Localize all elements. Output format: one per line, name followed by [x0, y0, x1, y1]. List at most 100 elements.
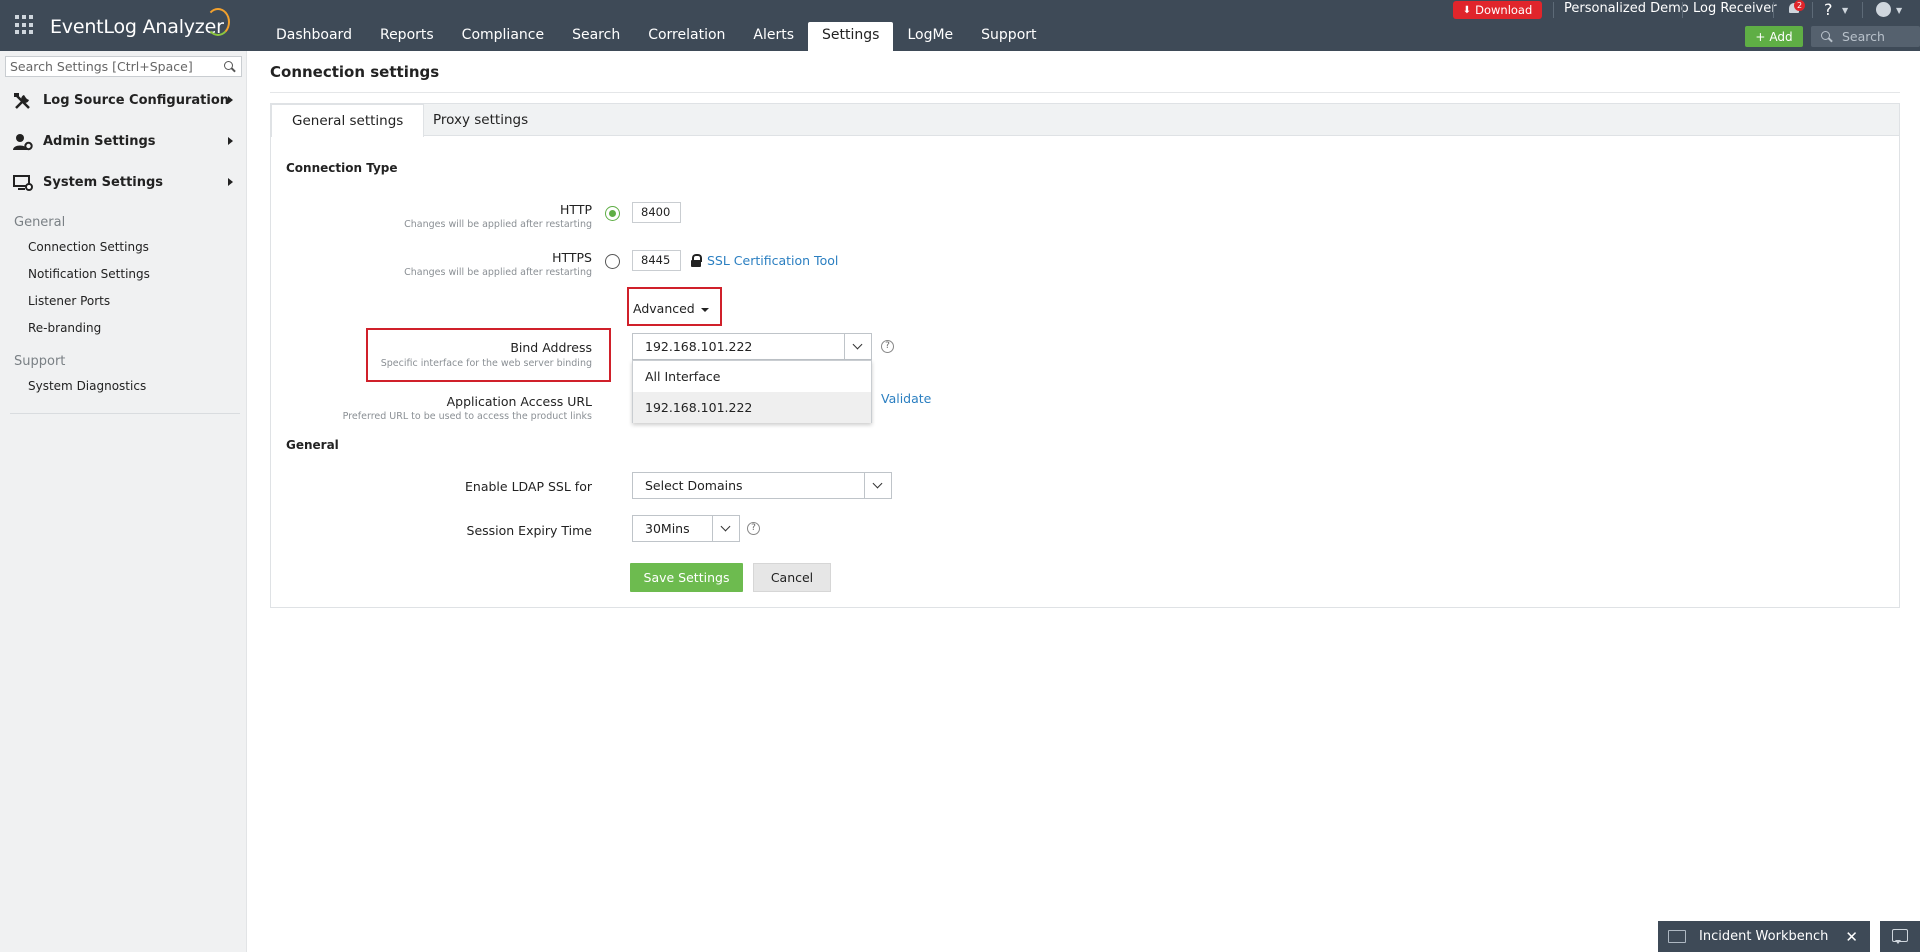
chevron-down-icon[interactable]: ▼: [1842, 6, 1848, 15]
incident-workbench-bar[interactable]: Incident Workbench ✕: [1658, 921, 1870, 952]
nav-tab-correlation[interactable]: Correlation: [634, 22, 739, 51]
save-settings-button[interactable]: Save Settings: [630, 563, 743, 592]
settings-tabbar: General settings Proxy settings: [271, 104, 1899, 137]
ldap-ssl-label: Enable LDAP SSL for: [465, 479, 592, 494]
tools-icon: [14, 93, 30, 109]
top-bar: EventLog Analyzer Dashboard Reports Comp…: [0, 0, 1920, 51]
download-button[interactable]: ⬇ Download: [1453, 1, 1542, 19]
https-radio[interactable]: [605, 254, 620, 269]
add-label: Add: [1769, 29, 1793, 44]
nav-tab-logme[interactable]: LogMe: [893, 22, 967, 51]
divider: [1773, 2, 1774, 18]
bind-address-select[interactable]: 192.168.101.222: [632, 333, 872, 360]
https-port-input[interactable]: 8445: [632, 250, 681, 271]
app-logo[interactable]: EventLog Analyzer: [50, 16, 224, 38]
personalized-demo-link[interactable]: Personalized Demo: [1564, 1, 1689, 16]
tab-proxy-settings[interactable]: Proxy settings: [413, 104, 548, 137]
divider: [1812, 2, 1813, 18]
page-title: Connection settings: [270, 63, 440, 81]
sidebar-item-notification-settings[interactable]: Notification Settings: [28, 267, 150, 281]
sidebar-divider: [10, 413, 240, 414]
ldap-ssl-domains-select[interactable]: Select Domains: [632, 472, 892, 499]
ssl-certification-tool-link[interactable]: SSL Certification Tool: [707, 253, 838, 268]
monitor-gear-icon: [13, 175, 33, 191]
nav-tab-reports[interactable]: Reports: [366, 22, 448, 51]
logo-arc-icon: [206, 8, 230, 36]
help-icon[interactable]: ?: [881, 340, 894, 353]
sidebar-menu-admin-settings[interactable]: Admin Settings: [0, 121, 247, 162]
dropdown-option-all-interface[interactable]: All Interface: [633, 361, 871, 392]
download-icon: ⬇: [1462, 4, 1472, 16]
section-heading-general: General: [286, 438, 339, 452]
validate-link[interactable]: Validate: [881, 391, 931, 406]
sidebar-item-connection-settings[interactable]: Connection Settings: [28, 240, 149, 254]
admin-user-gear-icon: [13, 134, 33, 151]
chevron-down-icon[interactable]: [712, 516, 739, 541]
chat-icon[interactable]: [1880, 921, 1920, 952]
log-receiver-link[interactable]: Log Receiver: [1693, 1, 1777, 16]
close-icon[interactable]: ✕: [1845, 928, 1858, 946]
http-port-input[interactable]: 8400: [632, 202, 681, 223]
https-hint: Changes will be applied after restarting: [404, 267, 592, 278]
apps-grid-icon[interactable]: [15, 15, 35, 35]
sidebar-item-listener-ports[interactable]: Listener Ports: [28, 294, 110, 308]
sidebar-heading-support: Support: [14, 354, 66, 369]
incident-workbench-label: Incident Workbench: [1699, 929, 1829, 944]
chevron-right-icon: [228, 96, 233, 104]
global-search-input[interactable]: Search: [1811, 26, 1920, 47]
sidebar-menu-label: System Settings: [43, 175, 164, 190]
https-label: HTTPS: [552, 250, 592, 265]
chevron-down-icon[interactable]: ▼: [1896, 6, 1902, 15]
cancel-button[interactable]: Cancel: [753, 563, 831, 592]
sidebar-menu-log-source-configuration[interactable]: Log Source Configuration: [0, 80, 247, 121]
user-avatar-icon[interactable]: [1876, 2, 1891, 17]
incident-workbench-icon: [1668, 930, 1686, 943]
http-radio[interactable]: [605, 206, 620, 221]
session-expiry-select[interactable]: 30Mins: [632, 515, 740, 542]
nav-tab-compliance[interactable]: Compliance: [448, 22, 558, 51]
advanced-label: Advanced: [633, 301, 695, 316]
dropdown-option-ip[interactable]: 192.168.101.222: [633, 392, 871, 423]
settings-search-input[interactable]: Search Settings [Ctrl+Space]: [5, 56, 242, 77]
sidebar-item-system-diagnostics[interactable]: System Diagnostics: [28, 379, 146, 393]
sidebar-menu-label: Log Source Configuration: [43, 93, 230, 108]
divider: [1682, 2, 1683, 18]
bind-address-hint: Specific interface for the web server bi…: [380, 358, 592, 369]
highlight-box: [366, 328, 611, 382]
advanced-toggle[interactable]: Advanced: [633, 301, 709, 316]
settings-sidebar: Search Settings [Ctrl+Space] Log Source …: [0, 51, 247, 952]
app-access-url-hint: Preferred URL to be used to access the p…: [342, 411, 592, 422]
tab-general-settings[interactable]: General settings: [271, 104, 425, 137]
help-icon[interactable]: ?: [1824, 0, 1833, 19]
title-divider: [270, 92, 1900, 93]
sidebar-item-re-branding[interactable]: Re-branding: [28, 321, 101, 335]
nav-tab-search[interactable]: Search: [558, 22, 634, 51]
global-search-placeholder: Search: [1842, 29, 1885, 44]
plus-icon: +: [1755, 29, 1766, 44]
http-hint: Changes will be applied after restarting: [404, 219, 592, 230]
nav-tab-alerts[interactable]: Alerts: [739, 22, 808, 51]
sidebar-heading-general: General: [14, 215, 66, 230]
notification-bell-icon[interactable]: 2: [1786, 0, 1805, 17]
add-button[interactable]: + Add: [1745, 26, 1803, 47]
nav-tab-support[interactable]: Support: [967, 22, 1050, 51]
bind-address-label: Bind Address: [510, 340, 592, 355]
main-nav: Dashboard Reports Compliance Search Corr…: [262, 22, 1051, 51]
bind-address-value: 192.168.101.222: [645, 339, 753, 354]
help-icon[interactable]: ?: [747, 522, 760, 535]
search-icon: [1821, 31, 1832, 42]
app-access-url-label: Application Access URL: [446, 394, 592, 409]
chevron-down-icon[interactable]: [864, 473, 891, 498]
nav-tab-dashboard[interactable]: Dashboard: [262, 22, 366, 51]
bind-address-dropdown: All Interface 192.168.101.222: [632, 360, 872, 423]
section-heading-connection-type: Connection Type: [286, 161, 398, 175]
divider: [1862, 2, 1863, 18]
sidebar-menu-system-settings[interactable]: System Settings: [0, 162, 247, 203]
divider: [1553, 2, 1554, 18]
sidebar-menu-label: Admin Settings: [43, 134, 156, 149]
nav-tab-settings[interactable]: Settings: [808, 22, 894, 51]
search-icon[interactable]: [224, 61, 235, 72]
chevron-right-icon: [228, 178, 233, 186]
http-label: HTTP: [560, 202, 592, 217]
chevron-down-icon[interactable]: [844, 334, 871, 359]
